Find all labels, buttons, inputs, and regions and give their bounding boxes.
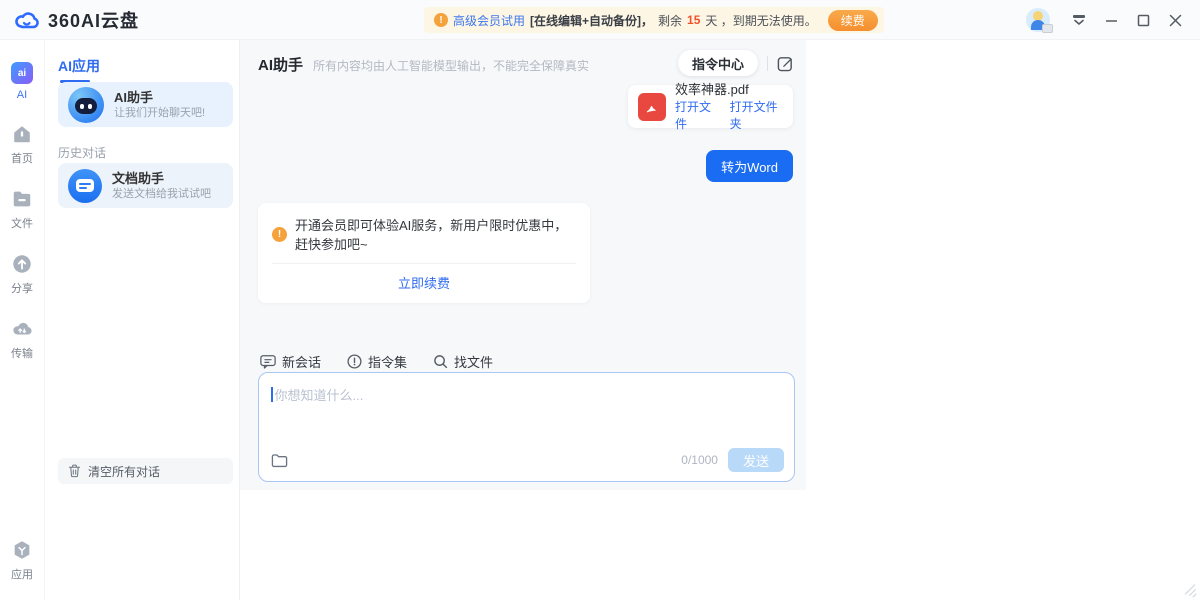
expire-text: 天 ，到期无法使用。 [705, 12, 816, 29]
rail-label-files: 文件 [11, 215, 33, 231]
app-logo: 360AI云盘 [0, 7, 139, 33]
close-button[interactable] [1164, 9, 1186, 31]
rail-item-files[interactable]: 文件 [11, 188, 33, 231]
cloud-transfer-icon [11, 318, 33, 340]
chat-toolbar: 新会话 指令集 找文件 [260, 352, 493, 371]
trash-icon [68, 464, 81, 478]
warning-icon: ! [434, 13, 448, 27]
sidebar-item-doc-assistant[interactable]: 文档助手 发送文档给我试试吧 [58, 163, 233, 208]
find-file-button[interactable]: 找文件 [433, 352, 493, 371]
circle-info-icon [347, 354, 362, 369]
maximize-button[interactable] [1132, 9, 1154, 31]
attach-file-button[interactable] [271, 453, 288, 468]
open-file-link[interactable]: 打开文件 [675, 98, 718, 132]
ai-disclaimer: 所有内容均由人工智能模型输出，不能完全保障真实 [313, 57, 589, 74]
text-caret [271, 387, 273, 402]
open-folder-link[interactable]: 打开文件夹 [730, 98, 783, 132]
trial-scope-text: [在线编辑+自动备份]， [530, 12, 653, 29]
message-input[interactable]: 你想知道什么... 0/1000 发送 [258, 372, 795, 482]
days-left-value: 15 [687, 13, 700, 27]
search-icon [433, 354, 448, 369]
renew-now-link[interactable]: 立即续费 [258, 264, 590, 303]
avatar-vip-badge [1042, 24, 1053, 33]
ai-badge-icon: ai [11, 62, 33, 84]
doc-assistant-title: 文档助手 [112, 170, 211, 187]
membership-trial-banner: ! 高级会员试用 [在线编辑+自动备份]， 剩余 15 天 ，到期无法使用。 续… [424, 7, 884, 33]
titlebar-controls [1026, 0, 1200, 40]
chat-panel: AI助手 所有内容均由人工智能模型输出，不能完全保障真实 指令中心 效率神器.p… [240, 40, 806, 490]
command-center-button[interactable]: 指令中心 [678, 50, 758, 76]
doc-assistant-avatar-icon [68, 169, 102, 203]
titlebar: 360AI云盘 ! 高级会员试用 [在线编辑+自动备份]， 剩余 15 天 ，到… [0, 0, 1200, 40]
ai-sidebar: AI应用 AI助手 让我们开始聊天吧! 历史对话 文档助手 发送文档给我试试吧 [45, 40, 240, 600]
minimize-icon [1105, 14, 1118, 27]
chat-header-actions: 指令中心 [678, 50, 794, 76]
trial-link[interactable]: 高级会员试用 [453, 12, 525, 29]
find-file-label: 找文件 [454, 352, 493, 371]
clear-all-chats-button[interactable]: 清空所有对话 [58, 458, 233, 484]
input-placeholder: 你想知道什么... [275, 385, 364, 404]
rail-item-home[interactable]: 首页 [11, 123, 33, 166]
chat-header: AI助手 所有内容均由人工智能模型输出，不能完全保障真实 [258, 54, 589, 75]
renew-button[interactable]: 续费 [828, 10, 878, 31]
promo-text: 开通会员即可体验AI服务，新用户限时优惠中，赶快参加吧~ [295, 215, 576, 253]
compose-icon [777, 55, 794, 72]
logo-text: 360AI云盘 [48, 7, 139, 33]
app-window: 360AI云盘 ! 高级会员试用 [在线编辑+自动备份]， 剩余 15 天 ，到… [0, 0, 1200, 600]
share-up-icon [11, 253, 33, 275]
rail-label-ai: AI [17, 89, 27, 101]
home-icon [11, 123, 33, 145]
command-set-label: 指令集 [368, 352, 407, 371]
header-divider [767, 56, 768, 71]
rail-label-apps: 应用 [11, 566, 33, 582]
chat-bubble-icon [260, 354, 276, 369]
remain-text: 剩余 [658, 12, 682, 29]
new-session-button[interactable]: 新会话 [260, 352, 321, 371]
tab-ai-apps[interactable]: AI应用 [58, 56, 100, 76]
pdf-file-icon [638, 93, 666, 121]
rail-label-transfer: 传输 [11, 345, 33, 361]
char-counter: 0/1000 [681, 453, 718, 467]
rail-item-transfer[interactable]: 传输 [11, 318, 33, 361]
close-icon [1169, 14, 1182, 27]
doc-assistant-subtitle: 发送文档给我试试吧 [112, 187, 211, 202]
ai-assistant-avatar-icon [68, 87, 104, 123]
tray-icon [1072, 14, 1086, 26]
page-title: AI助手 [258, 54, 303, 75]
promo-warning-icon: ! [272, 227, 287, 242]
user-avatar[interactable] [1026, 8, 1050, 32]
left-rail: ai AI 首页 文件 分享 [0, 40, 45, 600]
window-resize-grip[interactable] [1181, 581, 1197, 597]
clear-all-label: 清空所有对话 [88, 463, 160, 480]
rail-label-home: 首页 [11, 150, 33, 166]
maximize-icon [1137, 14, 1150, 27]
folder-icon [11, 188, 33, 210]
minimize-to-tray-button[interactable] [1068, 9, 1090, 31]
rail-item-ai[interactable]: ai AI [11, 62, 33, 101]
minimize-button[interactable] [1100, 9, 1122, 31]
new-chat-edit-button[interactable] [777, 55, 794, 72]
new-session-label: 新会话 [282, 352, 321, 371]
convert-to-word-button[interactable]: 转为Word [706, 150, 793, 182]
apps-hexagon-icon [11, 539, 33, 561]
sidebar-item-ai-assistant[interactable]: AI助手 让我们开始聊天吧! [58, 82, 233, 127]
command-set-button[interactable]: 指令集 [347, 352, 407, 371]
file-message-card[interactable]: 效率神器.pdf 打开文件 打开文件夹 [628, 85, 793, 128]
cloud-logo-icon [14, 10, 40, 30]
history-section-label: 历史对话 [58, 144, 106, 161]
rail-item-apps[interactable]: 应用 [11, 539, 33, 582]
ai-assistant-subtitle: 让我们开始聊天吧! [114, 106, 205, 121]
rail-label-share: 分享 [11, 280, 33, 296]
attach-folder-icon [271, 453, 288, 468]
rail-item-share[interactable]: 分享 [11, 253, 33, 296]
send-button[interactable]: 发送 [728, 448, 784, 472]
ai-assistant-title: AI助手 [114, 89, 205, 106]
file-name: 效率神器.pdf [675, 81, 783, 98]
membership-promo-card: ! 开通会员即可体验AI服务，新用户限时优惠中，赶快参加吧~ 立即续费 [258, 203, 590, 303]
